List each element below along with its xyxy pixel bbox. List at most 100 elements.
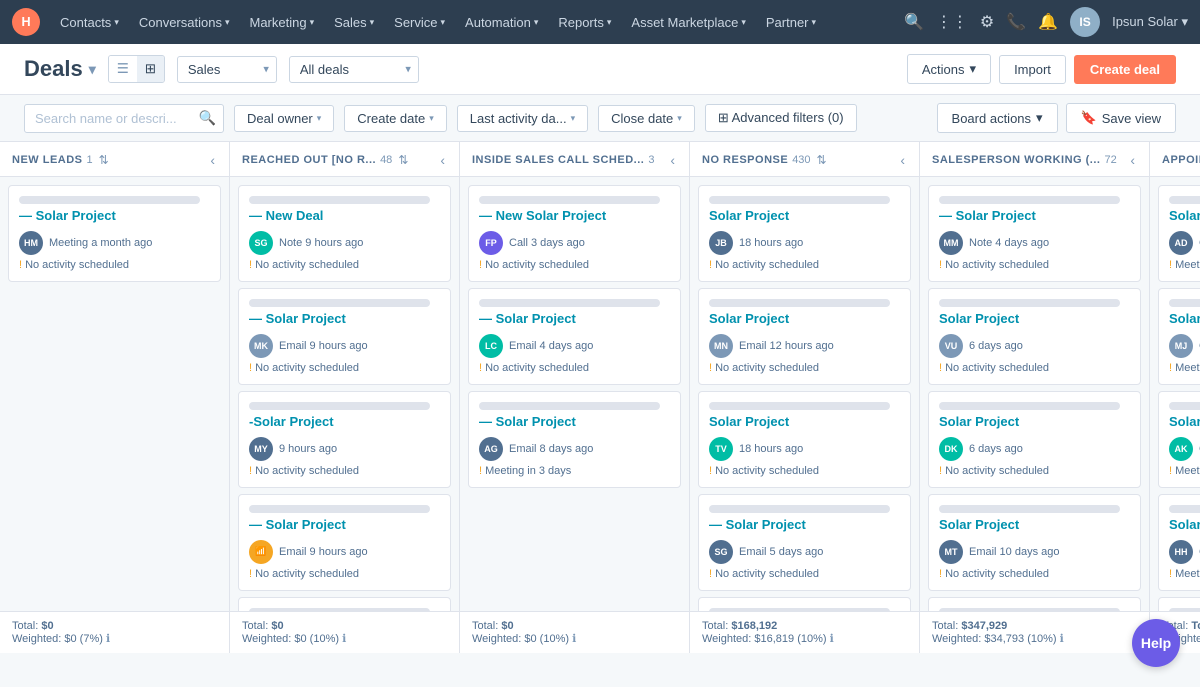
nav-partner[interactable]: Partner ▾ bbox=[758, 11, 824, 34]
col-total-inside-sales: Total: $0 bbox=[472, 620, 677, 632]
list-view-button[interactable]: ☰ bbox=[109, 56, 137, 82]
col-weighted-reached-out: Weighted: $0 (10%) ℹ bbox=[242, 632, 447, 645]
deal-card-c3[interactable]: — Solar ProjectMKEmail 9 hours ago!No ac… bbox=[238, 288, 451, 385]
col-sort-icon-new-leads[interactable]: ⇅ bbox=[99, 153, 109, 167]
deal-card-c8[interactable]: — Solar ProjectLCEmail 4 days ago!No act… bbox=[468, 288, 681, 385]
deal-title-c20: Solar bbox=[1169, 208, 1200, 225]
deal-card-c1[interactable]: — Solar ProjectHMMeeting a month ago!No … bbox=[8, 185, 221, 282]
deal-avatar-c10: JB bbox=[709, 231, 733, 255]
page-title[interactable]: Deals ▾ bbox=[24, 56, 96, 82]
view-select[interactable]: All deals bbox=[289, 56, 419, 83]
deal-card-c13[interactable]: — Solar ProjectSGEmail 5 days ago!No act… bbox=[698, 494, 911, 591]
deal-card-c22[interactable]: Solar ProjectAKCall 11 hours ago!Meeting… bbox=[1158, 391, 1200, 488]
deal-meta-c7: Call 3 days ago bbox=[509, 237, 585, 249]
apps-icon[interactable]: ⋮⋮ bbox=[936, 12, 968, 32]
deal-card-c6[interactable]: — Solar Project bbox=[238, 597, 451, 611]
col-collapse-no-response[interactable]: ‹ bbox=[898, 152, 907, 168]
deal-card-c15[interactable]: — Solar ProjectMMNote 4 days ago!No acti… bbox=[928, 185, 1141, 282]
deal-card-c5[interactable]: — Solar Project📶Email 9 hours ago!No act… bbox=[238, 494, 451, 591]
create-deal-button[interactable]: Create deal bbox=[1074, 55, 1176, 84]
col-collapse-reached-out[interactable]: ‹ bbox=[438, 152, 447, 168]
col-cards-appointment: SolarADCall 10 hours ago!Meeting in 3 da… bbox=[1150, 177, 1200, 611]
deal-card-c16[interactable]: Solar ProjectVU6 days ago!No activity sc… bbox=[928, 288, 1141, 385]
deal-card-c10[interactable]: Solar ProjectJB18 hours ago!No activity … bbox=[698, 185, 911, 282]
deal-card-c2[interactable]: — New DealSGNote 9 hours ago!No activity… bbox=[238, 185, 451, 282]
deal-meta-c9: Email 8 days ago bbox=[509, 443, 593, 455]
nav-sales[interactable]: Sales ▾ bbox=[326, 11, 382, 34]
col-sort-icon-reached-out[interactable]: ⇅ bbox=[398, 153, 408, 167]
deal-owner-filter[interactable]: Deal owner ▾ bbox=[234, 105, 334, 132]
col-title-inside-sales: INSIDE SALES CALL SCHED... bbox=[472, 154, 644, 166]
board-view-button[interactable]: ⊞ bbox=[137, 56, 164, 82]
col-footer-reached-out: Total: $0 Weighted: $0 (10%) ℹ bbox=[230, 611, 459, 653]
col-info-icon-reached-out[interactable]: ℹ bbox=[342, 633, 346, 645]
col-info-icon-no-response[interactable]: ℹ bbox=[830, 633, 834, 645]
deal-meta-c15: Note 4 days ago bbox=[969, 237, 1049, 249]
col-collapse-inside-sales[interactable]: ‹ bbox=[668, 152, 677, 168]
deal-card-c17[interactable]: Solar ProjectDK6 days ago!No activity sc… bbox=[928, 391, 1141, 488]
deal-activity-c10: !No activity scheduled bbox=[709, 259, 900, 271]
col-info-icon-inside-sales[interactable]: ℹ bbox=[572, 633, 576, 645]
hubspot-logo[interactable]: H bbox=[12, 8, 40, 36]
col-title-appointment: APPOINTMENT B... bbox=[1162, 154, 1200, 166]
deal-card-c24[interactable]: SD bbox=[1158, 597, 1200, 611]
deal-avatar-row-c10: JB18 hours ago bbox=[709, 231, 900, 255]
search-icon[interactable]: 🔍 bbox=[904, 12, 924, 32]
deal-card-c14[interactable]: — New Deal bbox=[698, 597, 911, 611]
col-info-icon-new-leads[interactable]: ℹ bbox=[106, 633, 110, 645]
deal-activity-c23: !Meeting in 2 da... bbox=[1169, 568, 1200, 580]
user-name[interactable]: Ipsun Solar ▾ bbox=[1112, 14, 1188, 30]
nav-asset-marketplace[interactable]: Asset Marketplace ▾ bbox=[623, 11, 753, 34]
actions-button[interactable]: Actions ▾ bbox=[907, 54, 991, 84]
notification-icon[interactable]: 🔔 bbox=[1038, 12, 1058, 32]
avatar[interactable]: IS bbox=[1070, 7, 1100, 37]
deal-title-c22: Solar Project bbox=[1169, 414, 1200, 431]
col-header-appointment: APPOINTMENT B... ‹ bbox=[1150, 142, 1200, 177]
nav-automation[interactable]: Automation ▾ bbox=[457, 11, 546, 34]
deal-card-c7[interactable]: — New Solar ProjectFPCall 3 days ago!No … bbox=[468, 185, 681, 282]
deal-card-c9[interactable]: — Solar ProjectAGEmail 8 days ago!Meetin… bbox=[468, 391, 681, 488]
nav-conversations[interactable]: Conversations ▾ bbox=[131, 11, 238, 34]
last-activity-filter[interactable]: Last activity da... ▾ bbox=[457, 105, 588, 132]
nav-service[interactable]: Service ▾ bbox=[386, 11, 453, 34]
col-collapse-salesperson-working[interactable]: ‹ bbox=[1128, 152, 1137, 168]
col-footer-inside-sales: Total: $0 Weighted: $0 (10%) ℹ bbox=[460, 611, 689, 653]
deal-card-c11[interactable]: Solar ProjectMNEmail 12 hours ago!No act… bbox=[698, 288, 911, 385]
import-button[interactable]: Import bbox=[999, 55, 1066, 84]
deal-card-c19[interactable]: — Solar Project bbox=[928, 597, 1141, 611]
advanced-filters-button[interactable]: ⊞ Advanced filters (0) bbox=[705, 104, 857, 132]
deal-title-c15: — Solar Project bbox=[939, 208, 1130, 225]
deal-avatar-c13: SG bbox=[709, 540, 733, 564]
deal-activity-c21: !Meeting in 6 da... bbox=[1169, 362, 1200, 374]
create-date-filter[interactable]: Create date ▾ bbox=[344, 105, 446, 132]
settings-icon[interactable]: ⚙ bbox=[980, 12, 994, 32]
save-view-button[interactable]: 🔖 Save view bbox=[1066, 103, 1176, 133]
nav-reports[interactable]: Reports ▾ bbox=[550, 11, 619, 34]
deal-activity-c1: !No activity scheduled bbox=[19, 259, 210, 271]
col-weighted-no-response: Weighted: $16,819 (10%) ℹ bbox=[702, 632, 907, 645]
phone-icon[interactable]: 📞 bbox=[1006, 12, 1026, 32]
col-info-icon-salesperson-working[interactable]: ℹ bbox=[1060, 633, 1064, 645]
search-input[interactable] bbox=[24, 104, 224, 133]
deal-meta-c13: Email 5 days ago bbox=[739, 546, 823, 558]
column-salesperson-working: SALESPERSON WORKING (... 72 ‹ — Solar Pr… bbox=[920, 142, 1150, 653]
help-bubble[interactable]: Help bbox=[1132, 619, 1180, 667]
nav-contacts[interactable]: Contacts ▾ bbox=[52, 11, 127, 34]
deal-card-c18[interactable]: Solar ProjectMTEmail 10 days ago!No acti… bbox=[928, 494, 1141, 591]
deal-meta-c4: 9 hours ago bbox=[279, 443, 337, 455]
deal-card-c4[interactable]: -Solar ProjectMY9 hours ago!No activity … bbox=[238, 391, 451, 488]
col-weighted-salesperson-working: Weighted: $34,793 (10%) ℹ bbox=[932, 632, 1137, 645]
nav-marketing[interactable]: Marketing ▾ bbox=[241, 11, 322, 34]
col-collapse-new-leads[interactable]: ‹ bbox=[208, 152, 217, 168]
deal-avatar-c5: 📶 bbox=[249, 540, 273, 564]
search-submit-icon[interactable]: 🔍 bbox=[199, 110, 216, 127]
deal-card-c12[interactable]: Solar ProjectTV18 hours ago!No activity … bbox=[698, 391, 911, 488]
pipeline-select[interactable]: Sales bbox=[177, 56, 277, 83]
col-sort-icon-no-response[interactable]: ⇅ bbox=[817, 153, 827, 167]
deal-card-c23[interactable]: Solar ProjectHHCall 15 hours ago!Meeting… bbox=[1158, 494, 1200, 591]
deal-card-c20[interactable]: SolarADCall 10 hours ago!Meeting in 3 da… bbox=[1158, 185, 1200, 282]
deal-avatar-row-c3: MKEmail 9 hours ago bbox=[249, 334, 440, 358]
close-date-filter[interactable]: Close date ▾ bbox=[598, 105, 695, 132]
deal-card-c21[interactable]: Solar ProjectMJCall 11 hours ago!Meeting… bbox=[1158, 288, 1200, 385]
board-actions-button[interactable]: Board actions ▾ bbox=[937, 103, 1058, 133]
